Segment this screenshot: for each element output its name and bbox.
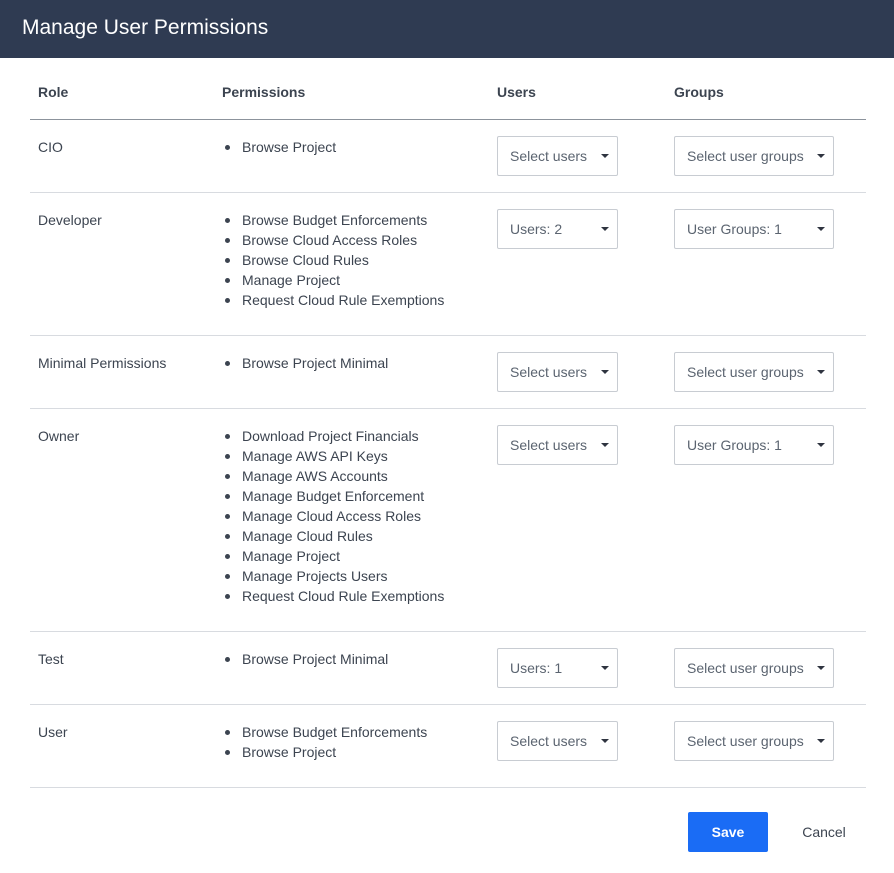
caret-down-icon	[817, 370, 825, 374]
permission-item: Request Cloud Rule Exemptions	[222, 586, 444, 606]
dialog-header: Manage User Permissions	[0, 0, 894, 58]
table-row: Minimal Permissions Browse Project Minim…	[30, 336, 866, 409]
groups-select-value: User Groups: 1	[687, 221, 782, 237]
users-select[interactable]: Select users	[497, 721, 618, 761]
column-header-permissions: Permissions	[222, 84, 306, 100]
groups-select-value: Select user groups	[687, 660, 804, 676]
users-select-value: Select users	[510, 733, 588, 749]
dialog-title: Manage User Permissions	[22, 16, 269, 39]
caret-down-icon	[817, 666, 825, 670]
dialog-footer: Save Cancel	[0, 787, 894, 873]
groups-select[interactable]: Select user groups	[674, 136, 834, 176]
permission-list: Browse Project Minimal	[222, 649, 388, 669]
groups-select[interactable]: Select user groups	[674, 721, 834, 761]
users-select[interactable]: Users: 2	[497, 209, 618, 249]
permission-item: Browse Project	[222, 742, 427, 762]
groups-select[interactable]: Select user groups	[674, 352, 834, 392]
role-name: CIO	[38, 139, 63, 155]
permission-item: Browse Budget Enforcements	[222, 722, 427, 742]
groups-select-value: Select user groups	[687, 148, 804, 164]
table-row: Developer Browse Budget Enforcements Bro…	[30, 193, 866, 336]
users-select-value: Users: 1	[510, 660, 563, 676]
role-name: Minimal Permissions	[38, 355, 167, 371]
groups-select[interactable]: User Groups: 1	[674, 209, 834, 249]
table-row: User Browse Budget Enforcements Browse P…	[30, 705, 866, 788]
permission-item: Browse Budget Enforcements	[222, 210, 444, 230]
table-header: Role Permissions Users Groups	[30, 58, 866, 120]
role-name: Owner	[38, 428, 80, 444]
column-header-role: Role	[38, 84, 69, 100]
groups-select-value: User Groups: 1	[687, 437, 782, 453]
permission-item: Browse Cloud Access Roles	[222, 230, 444, 250]
users-select-value: Users: 2	[510, 221, 563, 237]
permission-item: Browse Project Minimal	[222, 353, 388, 373]
permission-item: Manage Project	[222, 546, 444, 566]
caret-down-icon	[601, 154, 609, 158]
permission-item: Manage Cloud Access Roles	[222, 506, 444, 526]
users-select[interactable]: Select users	[497, 425, 618, 465]
permission-item: Browse Cloud Rules	[222, 250, 444, 270]
permission-list: Browse Budget Enforcements Browse Cloud …	[222, 210, 444, 310]
groups-select-value: Select user groups	[687, 364, 804, 380]
caret-down-icon	[601, 227, 609, 231]
permission-list: Browse Budget Enforcements Browse Projec…	[222, 722, 427, 762]
caret-down-icon	[817, 154, 825, 158]
permission-item: Manage Budget Enforcement	[222, 486, 444, 506]
users-select[interactable]: Users: 1	[497, 648, 618, 688]
caret-down-icon	[601, 370, 609, 374]
permission-item: Manage AWS Accounts	[222, 466, 444, 486]
permission-item: Manage AWS API Keys	[222, 446, 444, 466]
users-select[interactable]: Select users	[497, 352, 618, 392]
table-row: Owner Download Project Financials Manage…	[30, 409, 866, 632]
save-button[interactable]: Save	[688, 812, 768, 852]
column-header-groups: Groups	[674, 84, 724, 100]
cancel-button[interactable]: Cancel	[790, 812, 858, 852]
users-select[interactable]: Select users	[497, 136, 618, 176]
permission-list: Browse Project	[222, 137, 336, 157]
caret-down-icon	[817, 227, 825, 231]
permission-item: Browse Project Minimal	[222, 649, 388, 669]
permission-item: Manage Project	[222, 270, 444, 290]
role-name: Test	[38, 651, 64, 667]
users-select-value: Select users	[510, 148, 588, 164]
users-select-value: Select users	[510, 437, 588, 453]
permission-item: Download Project Financials	[222, 426, 444, 446]
permission-item: Manage Projects Users	[222, 566, 444, 586]
caret-down-icon	[601, 443, 609, 447]
caret-down-icon	[601, 739, 609, 743]
permission-item: Browse Project	[222, 137, 336, 157]
role-name: User	[38, 724, 68, 740]
groups-select-value: Select user groups	[687, 733, 804, 749]
column-header-users: Users	[497, 84, 536, 100]
permission-item: Request Cloud Rule Exemptions	[222, 290, 444, 310]
role-name: Developer	[38, 212, 102, 228]
permission-item: Manage Cloud Rules	[222, 526, 444, 546]
caret-down-icon	[601, 666, 609, 670]
permission-list: Browse Project Minimal	[222, 353, 388, 373]
permissions-table: Role Permissions Users Groups CIO Browse…	[30, 58, 866, 788]
caret-down-icon	[817, 739, 825, 743]
groups-select[interactable]: Select user groups	[674, 648, 834, 688]
table-row: CIO Browse Project Select users Select u…	[30, 120, 866, 193]
permission-list: Download Project Financials Manage AWS A…	[222, 426, 444, 606]
table-row: Test Browse Project Minimal Users: 1 Sel…	[30, 632, 866, 705]
caret-down-icon	[817, 443, 825, 447]
users-select-value: Select users	[510, 364, 588, 380]
groups-select[interactable]: User Groups: 1	[674, 425, 834, 465]
